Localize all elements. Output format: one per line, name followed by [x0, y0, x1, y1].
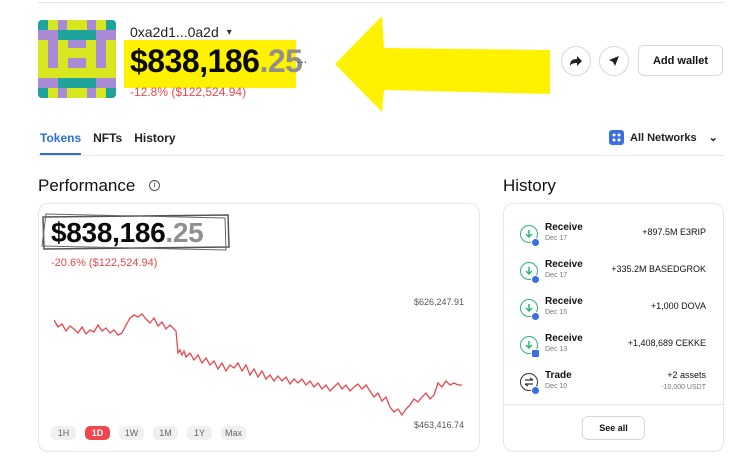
tab-tokens[interactable]: Tokens — [40, 131, 82, 155]
performance-title: Performance — [38, 176, 136, 195]
network-selector[interactable]: All Networks ⌄ — [609, 130, 718, 145]
range-1d[interactable]: 1D — [85, 426, 110, 440]
history-amount: +2 assets — [667, 370, 706, 380]
history-amount: +1,408,689 CEKKE — [627, 338, 706, 348]
tab-bar: Tokens NFTs History — [40, 131, 176, 155]
add-wallet-button[interactable]: Add wallet — [638, 45, 723, 76]
top-divider — [38, 2, 724, 3]
range-1y[interactable]: 1Y — [187, 426, 212, 440]
chain-badge-icon — [531, 312, 540, 321]
history-amount: +335.2M BASEDGROK — [611, 264, 706, 274]
send-icon — [609, 56, 619, 66]
history-type: Receive — [545, 333, 583, 344]
history-date: Dec 17 — [545, 272, 568, 279]
history-date: Dec 10 — [545, 383, 568, 390]
chain-badge-icon — [531, 238, 540, 247]
history-date: Dec 13 — [545, 346, 568, 353]
chart-min-label: $463,416.74 — [414, 420, 465, 430]
wallet-address-selector[interactable]: 0xa2d1...0a2d ▾ — [130, 24, 232, 40]
chain-badge-icon — [531, 349, 540, 358]
history-type: Receive — [545, 222, 583, 233]
send-button[interactable] — [599, 46, 629, 76]
history-title: History — [503, 176, 556, 195]
balance-change: -12.8% ($122,524.94) — [130, 85, 247, 99]
history-type: Trade — [545, 370, 572, 381]
history-type: Receive — [545, 296, 583, 307]
performance-balance: $838,186.25 — [51, 217, 204, 249]
wallet-balance: $838,186.25 — [130, 43, 303, 80]
history-item[interactable]: Receive Dec 17 +897.5M E3RIP — [520, 222, 712, 250]
range-1h[interactable]: 1H — [51, 426, 76, 440]
time-range-selector: 1H 1D 1W 1M 1Y Max — [51, 426, 246, 440]
tabs-divider — [38, 155, 724, 156]
history-item[interactable]: Receive Dec 13 +1,408,689 CEKKE — [520, 333, 712, 361]
chain-badge-icon — [531, 386, 540, 395]
network-label: All Networks — [630, 131, 697, 144]
performance-line — [54, 313, 462, 417]
share-arrow-icon — [570, 56, 582, 66]
tab-history[interactable]: History — [134, 131, 175, 155]
balance-main: $838,186 — [130, 43, 260, 79]
balance-cents: .25 — [259, 43, 303, 79]
info-icon[interactable]: i — [149, 180, 160, 191]
history-item[interactable]: Receive Dec 17 +335.2M BASEDGROK — [520, 259, 712, 287]
range-max[interactable]: Max — [221, 426, 246, 440]
wallet-avatar — [38, 20, 116, 98]
share-button[interactable] — [561, 46, 591, 76]
history-item[interactable]: Receive Dec 15 +1,000 DOVA — [520, 296, 712, 324]
perf-balance-cents: .25 — [165, 217, 204, 248]
annotation-arrow — [335, 16, 550, 112]
history-date: Dec 15 — [545, 309, 568, 316]
networks-icon — [609, 130, 624, 145]
more-options[interactable]: ... — [297, 52, 307, 66]
chevron-down-icon: ⌄ — [708, 132, 718, 144]
range-1w[interactable]: 1W — [119, 426, 144, 440]
history-divider — [504, 404, 723, 405]
performance-change: -20.6% ($122,524.94) — [51, 257, 158, 269]
performance-chart[interactable] — [54, 305, 466, 420]
see-all-button[interactable]: See all — [582, 416, 645, 440]
chain-badge-icon — [531, 275, 540, 284]
history-date: Dec 17 — [545, 235, 568, 242]
chevron-down-icon: ▾ — [226, 26, 232, 38]
history-amount: +1,000 DOVA — [650, 301, 706, 311]
history-item[interactable]: Trade Dec 10 +2 assets -10,000 USDT — [520, 370, 712, 398]
perf-balance-main: $838,186 — [51, 217, 166, 248]
history-type: Receive — [545, 259, 583, 270]
range-1m[interactable]: 1M — [153, 426, 178, 440]
tab-nfts[interactable]: NFTs — [93, 131, 122, 155]
wallet-address: 0xa2d1...0a2d — [130, 24, 219, 40]
history-sub-amount: -10,000 USDT — [661, 384, 706, 391]
history-amount: +897.5M E3RIP — [642, 227, 706, 237]
